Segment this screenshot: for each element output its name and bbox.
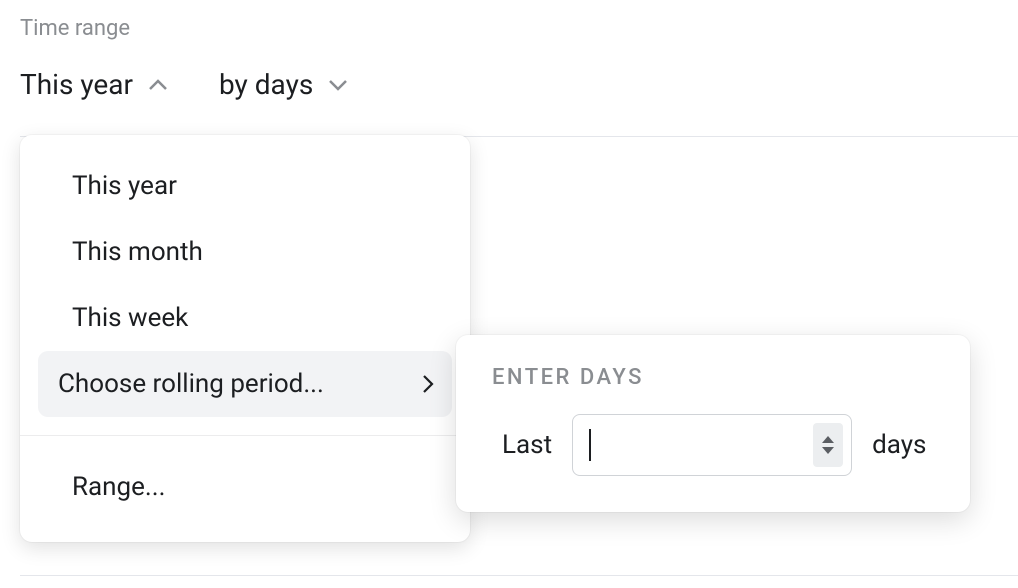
time-range-label: Time range (20, 16, 130, 41)
submenu-suffix: days (872, 430, 926, 460)
selectors-row: This year by days (20, 68, 349, 101)
submenu-input-row: Last days (492, 414, 934, 476)
submenu-prefix: Last (502, 430, 552, 460)
rolling-period-submenu: Enter days Last days (456, 335, 970, 512)
days-input[interactable] (572, 414, 852, 476)
menu-item-this-year[interactable]: This year (38, 153, 452, 219)
chevron-up-icon (147, 78, 169, 92)
menu-item-label: Range... (72, 472, 165, 502)
menu-item-label: This month (72, 237, 203, 267)
menu-item-label: This week (72, 303, 188, 333)
granularity-dropdown-label: by days (219, 68, 313, 101)
menu-item-rolling-period[interactable]: Choose rolling period... (38, 351, 452, 417)
text-cursor (589, 429, 591, 461)
stepper-down-icon (821, 446, 835, 455)
chevron-right-icon (422, 374, 434, 394)
divider (20, 575, 1018, 576)
menu-item-label: Choose rolling period... (58, 369, 324, 399)
menu-item-this-month[interactable]: This month (38, 219, 452, 285)
menu-item-this-week[interactable]: This week (38, 285, 452, 351)
submenu-title: Enter days (492, 365, 934, 390)
menu-divider (20, 435, 470, 436)
time-range-dropdown-label: This year (20, 68, 133, 101)
time-range-menu: This year This month This week Choose ro… (20, 135, 470, 542)
menu-item-label: This year (72, 171, 177, 201)
stepper-up-icon (821, 435, 835, 444)
time-range-dropdown[interactable]: This year (20, 68, 169, 101)
chevron-down-icon (327, 78, 349, 92)
menu-item-range[interactable]: Range... (38, 454, 452, 520)
granularity-dropdown[interactable]: by days (219, 68, 349, 101)
number-stepper[interactable] (813, 423, 843, 467)
